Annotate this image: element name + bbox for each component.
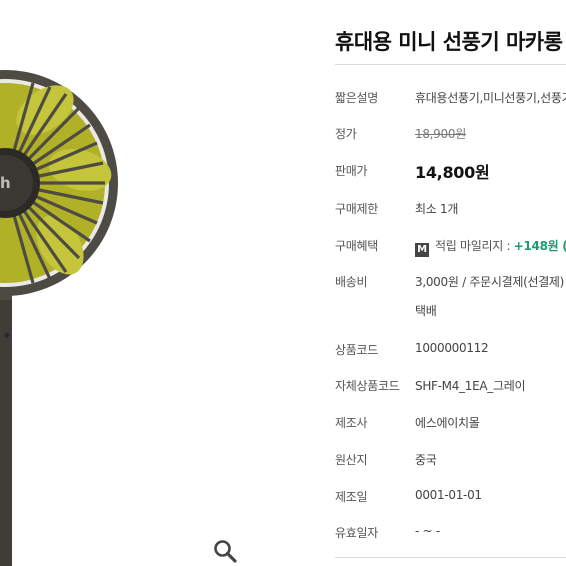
magnifier-zoom-icon[interactable] (212, 538, 238, 564)
benefit-label: 구매혜택 (335, 239, 378, 253)
shipping-fee-value: 3,000원 / 주문시결제(선결제) (415, 275, 565, 289)
row-sale-price: 판매가 14,800원 (335, 162, 566, 182)
product-code-label: 상품코드 (335, 343, 378, 357)
handheld-fan-image (0, 70, 118, 566)
list-price-value: 18,900원 (415, 127, 466, 141)
mileage-icon: M (415, 243, 429, 257)
row-list-price: 정가 18,900원 (335, 125, 566, 145)
mileage-amount: +148원 (1%) (513, 239, 566, 253)
made-date-value: 0001-01-01 (415, 488, 482, 502)
shipping-label: 배송비 (335, 275, 368, 289)
own-code-label: 자체상품코드 (335, 379, 400, 393)
mileage-text: 적립 마일리지 : (435, 239, 514, 253)
short-desc-label: 짧은설명 (335, 91, 378, 105)
expiry-value: - ~ - (415, 524, 440, 538)
list-price-label: 정가 (335, 127, 357, 141)
row-shipping: 배송비 3,000원 / 주문시결제(선결제) (335, 273, 566, 293)
product-title: 휴대용 미니 선풍기 마카롱 (335, 30, 563, 54)
product-image[interactable]: h (0, 0, 300, 566)
row-origin: 원산지 중국 (335, 451, 566, 471)
row-shipping-method: 택배 (335, 302, 566, 322)
shipping-method-value: 택배 (415, 304, 437, 318)
product-code-value: 1000000112 (415, 341, 489, 355)
maker-label: 제조사 (335, 416, 368, 430)
row-own-code: 자체상품코드 SHF-M4_1EA_그레이 (335, 377, 566, 397)
row-made-date: 제조일 0001-01-01 (335, 488, 566, 508)
row-purchase-limit: 구매제한 최소 1개 (335, 200, 566, 220)
title-divider (335, 64, 566, 65)
row-product-code: 상품코드 1000000112 (335, 341, 566, 361)
purchase-limit-label: 구매제한 (335, 202, 378, 216)
maker-value: 에스에이치몰 (415, 416, 480, 430)
own-code-value: SHF-M4_1EA_그레이 (415, 379, 526, 393)
row-short-desc: 짧은설명 휴대용선풍기,미니선풍기,선풍기 (335, 89, 566, 109)
row-benefit: 구매혜택 M 적립 마일리지 : +148원 (1%) (335, 237, 566, 257)
purchase-limit-value: 최소 1개 (415, 202, 459, 216)
origin-label: 원산지 (335, 453, 368, 467)
origin-value: 중국 (415, 453, 437, 467)
made-date-label: 제조일 (335, 490, 368, 504)
benefit-value: M 적립 마일리지 : +148원 (1%) (415, 237, 566, 257)
short-desc-value: 휴대용선풍기,미니선풍기,선풍기 (415, 91, 566, 105)
product-info-panel: 휴대용 미니 선풍기 마카롱 짧은설명 휴대용선풍기,미니선풍기,선풍기 정가 … (335, 0, 566, 566)
expiry-label: 유효일자 (335, 526, 378, 540)
details-bottom-divider (335, 557, 566, 558)
row-maker: 제조사 에스에이치몰 (335, 414, 566, 434)
fan-brand-letter: h (0, 174, 11, 192)
row-expiry: 유효일자 - ~ - (335, 524, 566, 544)
sale-price-label: 판매가 (335, 164, 368, 178)
sale-price-value: 14,800원 (415, 163, 490, 182)
